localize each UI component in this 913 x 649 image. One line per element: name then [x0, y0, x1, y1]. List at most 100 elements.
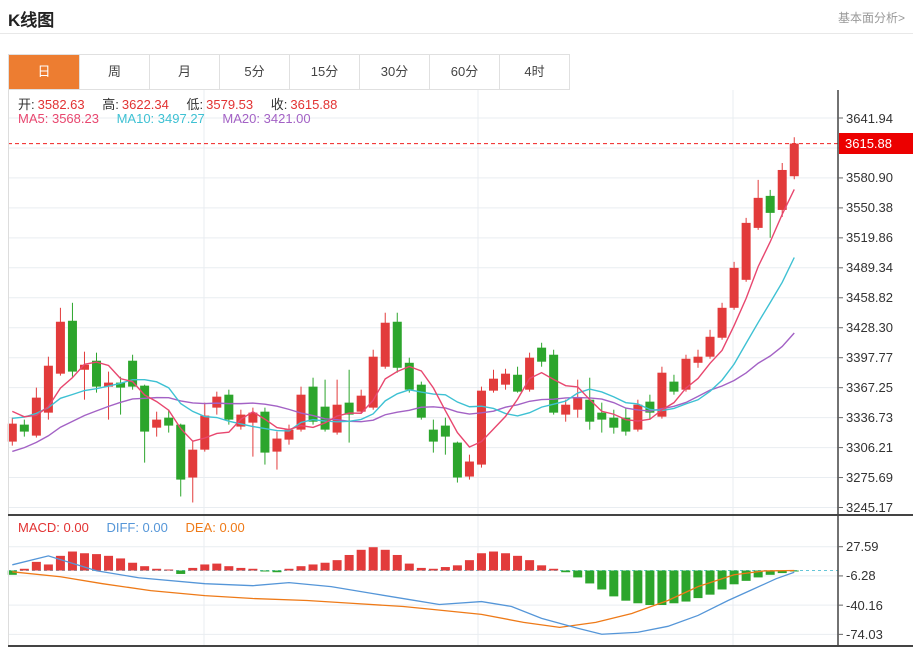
price-axis-label: 3489.34 [846, 260, 893, 275]
candle-body [465, 462, 474, 477]
macd-bar [321, 563, 330, 571]
macd-bar [657, 571, 666, 606]
candle-body [212, 397, 221, 408]
low-label: 低: [187, 97, 204, 112]
price-axis-label: 3580.90 [846, 170, 893, 185]
price-axis-label: 3519.86 [846, 230, 893, 245]
macd-bar [549, 569, 558, 571]
macd-bar [200, 564, 209, 570]
macd-bar [477, 553, 486, 570]
macd-bar [681, 571, 690, 602]
macd-bar [573, 571, 582, 578]
dea-value: DEA: 0.00 [185, 520, 244, 535]
candle-body [56, 322, 65, 374]
macd-bar [333, 560, 342, 570]
macd-bar [417, 568, 426, 571]
macd-bar [393, 555, 402, 571]
macd-bar [453, 565, 462, 570]
low-value: 3579.53 [206, 97, 253, 112]
macd-bar [68, 552, 77, 571]
macd-bar [609, 571, 618, 597]
ma5-line [12, 189, 794, 447]
macd-axis-label: -40.16 [846, 598, 883, 613]
candle-body [453, 443, 462, 478]
macd-bar [597, 571, 606, 590]
macd-bar [164, 570, 173, 571]
macd-bar [116, 558, 125, 570]
candle-body [8, 424, 17, 442]
price-axis-label: 3458.82 [846, 290, 893, 305]
macd-bar [104, 556, 113, 571]
candle-body [766, 196, 775, 213]
macd-bar [357, 550, 366, 571]
candle-body [429, 430, 438, 442]
high-value: 3622.34 [122, 97, 169, 112]
price-axis-label: 3245.17 [846, 500, 893, 515]
candle-body [489, 379, 498, 391]
price-axis-label: 3306.21 [846, 440, 893, 455]
macd-bar [537, 565, 546, 570]
macd-bar [188, 568, 197, 571]
candle-body [164, 418, 173, 426]
price-axis-label: 3550.38 [846, 200, 893, 215]
candle-body [790, 144, 799, 177]
close-label: 收: [271, 97, 288, 112]
price-axis-label: 3336.73 [846, 410, 893, 425]
macd-bar [369, 547, 378, 570]
price-axis-label: 3275.69 [846, 470, 893, 485]
candle-body [561, 405, 570, 415]
candle-body [152, 420, 161, 428]
candle-body [609, 418, 618, 428]
macd-bar [92, 554, 101, 570]
candle-body [393, 322, 402, 368]
candle-body [32, 398, 41, 436]
macd-bar [730, 571, 739, 585]
candle-body [706, 337, 715, 357]
current-price-flag: 3615.88 [839, 133, 913, 154]
candle-body [694, 357, 703, 363]
macd-bar [248, 569, 257, 571]
macd-bar [465, 560, 474, 570]
macd-bar [345, 555, 354, 571]
candle-body [128, 361, 137, 387]
macd-bar [297, 566, 306, 570]
macd-bar [513, 556, 522, 571]
ma20-legend: MA20: 3421.00 [222, 111, 310, 126]
open-value: 3582.63 [38, 97, 85, 112]
macd-bar [405, 564, 414, 571]
macd-axis-label: 27.59 [846, 539, 879, 554]
macd-bar [272, 571, 281, 573]
macd-bar [224, 566, 233, 570]
candle-body [573, 398, 582, 410]
candle-body [200, 416, 209, 450]
open-label: 开: [18, 97, 35, 112]
ma5-legend: MA5: 3568.23 [18, 111, 99, 126]
diff-value: DIFF: 0.00 [106, 520, 167, 535]
macd-bar [212, 564, 221, 571]
candle-body [754, 198, 763, 228]
ma10-legend: MA10: 3497.27 [117, 111, 205, 126]
candle-body [272, 439, 281, 452]
macd-bar [585, 571, 594, 584]
candle-body [633, 405, 642, 430]
macd-bar [645, 571, 654, 606]
price-axis-label: 3641.94 [846, 111, 893, 126]
candle-body [501, 374, 510, 385]
macd-axis-label: -74.03 [846, 627, 883, 642]
candle-body [381, 323, 390, 367]
macd-bar [152, 569, 161, 571]
candle-body [513, 375, 522, 392]
macd-bar [501, 553, 510, 570]
candle-body [669, 382, 678, 392]
macd-bar [284, 569, 293, 571]
candle-body [597, 413, 606, 420]
high-label: 高: [102, 97, 119, 112]
candle-body [730, 268, 739, 308]
candle-body [718, 308, 727, 338]
candle-body [477, 391, 486, 465]
macd-bar [20, 569, 29, 571]
candle-body [20, 425, 29, 432]
macd-bar [381, 550, 390, 571]
candle-body [68, 321, 77, 372]
candle-body [224, 395, 233, 420]
